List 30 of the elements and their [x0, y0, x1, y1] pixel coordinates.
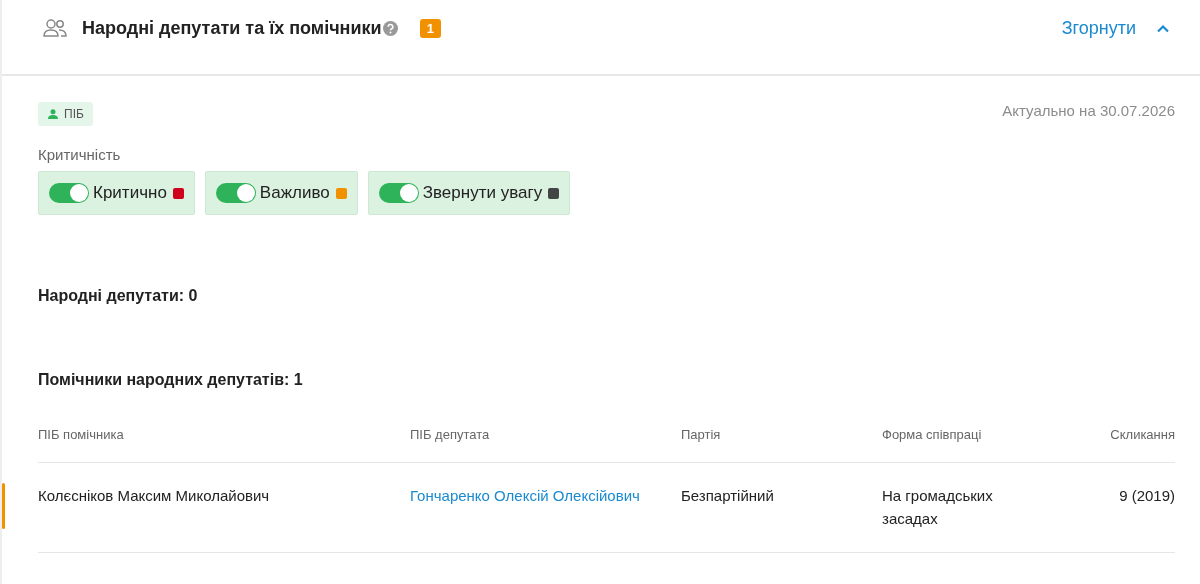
criticality-filter[interactable]: Звернути увагу: [367, 171, 571, 215]
criticality-filter[interactable]: Важливо: [204, 171, 358, 215]
filter-label: Звернути увагу: [422, 183, 543, 203]
column-header: ПІБ помічника: [38, 427, 125, 442]
criticality-filter[interactable]: Критично: [38, 171, 195, 215]
toggle-switch[interactable]: [49, 183, 89, 203]
column-header: Партія: [681, 427, 722, 442]
toggle-switch[interactable]: [378, 183, 419, 203]
section-heading: Помічники народних депутатів: 1: [38, 371, 304, 389]
toggle-switch[interactable]: [215, 183, 256, 203]
table-cell: 9 (2019): [1119, 487, 1175, 504]
help-icon: [382, 20, 398, 36]
chevron-up-icon: [1156, 23, 1170, 33]
people-icon: [42, 18, 68, 38]
section-title: Народні депутати та їх помічники: [82, 17, 382, 39]
table-cell: Колєсніков Максим Миколайович: [38, 487, 270, 504]
criticality-label: Критичність: [38, 146, 122, 163]
column-header: Форма співпраці: [882, 427, 983, 442]
filter-label: Важливо: [259, 183, 330, 203]
section-heading: Народні депутати: 0: [38, 287, 199, 305]
column-header: ПІБ депутата: [410, 427, 491, 442]
table-cell: На громадських засадах: [882, 487, 993, 527]
updated-date: Актуально на 30.07.2026: [1002, 102, 1175, 119]
person-icon: [48, 109, 58, 119]
filter-label: Критично: [93, 183, 167, 203]
column-header: Скликання: [1109, 427, 1175, 442]
filter-tag: ПІБ: [38, 102, 93, 126]
count-badge: 1: [419, 18, 441, 38]
deputy-link[interactable]: Гончаренко Олексій Олексійович: [410, 487, 640, 504]
table-cell: Безпартійний: [681, 487, 774, 504]
